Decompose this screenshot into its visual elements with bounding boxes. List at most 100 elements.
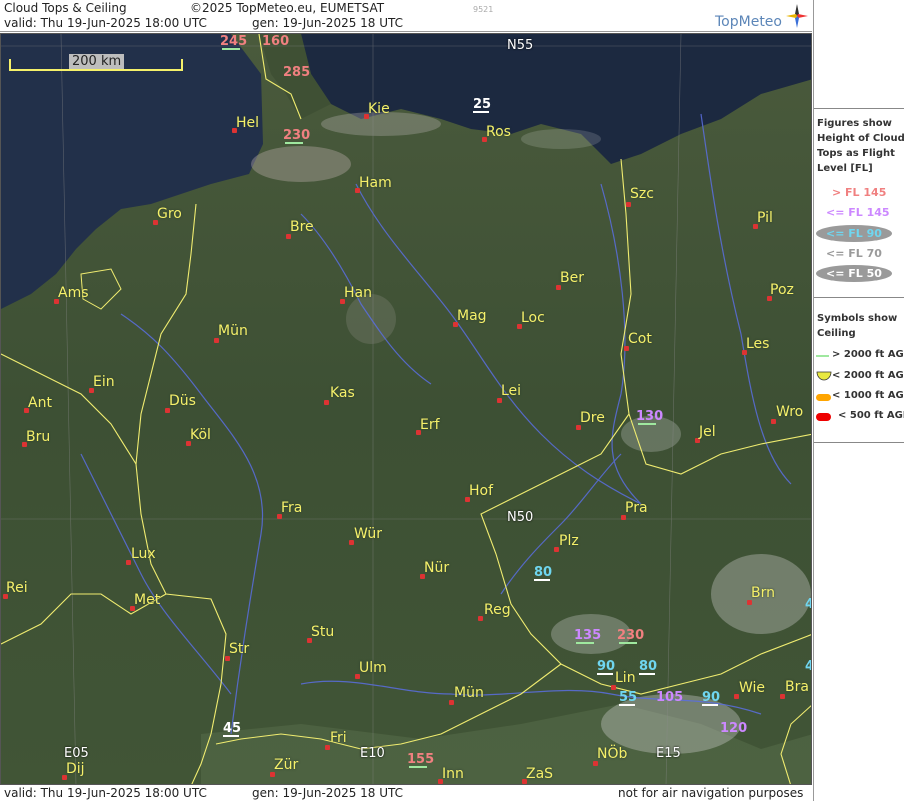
city-label: Kas [330, 385, 355, 401]
compass-star-icon [786, 4, 808, 28]
fl-label: 160 [262, 34, 290, 49]
city-label: Lin [615, 670, 636, 686]
city-label: Poz [770, 282, 794, 298]
city-label: Brn [751, 585, 775, 601]
city-label: Mün [218, 323, 248, 339]
ceiling-mark [639, 673, 655, 675]
city-label: ZaS [526, 766, 554, 782]
tops-legend-title: Figures show Height of Cloud Tops as Fli… [817, 118, 904, 174]
copyright-text: ©2025 TopMeteo.eu, EUMETSAT [190, 1, 385, 15]
ceiling-mark [223, 735, 239, 737]
ceiling-mark [638, 423, 656, 425]
city-label: Han [344, 285, 372, 301]
fl-label: 130 [636, 409, 664, 424]
legend-divider [814, 297, 904, 298]
city-label: Hof [469, 483, 494, 499]
city-label: Dij [66, 761, 85, 777]
city-label: Reg [484, 602, 511, 618]
legend-panel: Figures show Height of Cloud Tops as Fli… [813, 0, 904, 801]
city-label: Düs [169, 393, 196, 409]
image-id: 9521 [473, 5, 494, 14]
grid-label-e05: E05 [64, 746, 89, 761]
city-label: Met [134, 592, 161, 608]
valid-time: valid: Thu 19-Jun-2025 18:00 UTC [4, 16, 207, 30]
fl-label: 105 [656, 690, 684, 705]
legend-ceil-lt-500: < 500 ft AGL [838, 410, 904, 421]
city-label: Rei [6, 580, 28, 596]
city-label: Pil [757, 210, 773, 226]
ceiling-mark [619, 642, 637, 644]
legend-ceil-gt-2000: > 2000 ft AGL [832, 349, 904, 360]
ceiling-mark [702, 704, 718, 706]
grid-label-e15: E15 [656, 746, 681, 761]
ceiling-mark [619, 704, 635, 706]
fl-label: 80 [534, 565, 553, 580]
grid-label-n50: N50 [507, 510, 534, 525]
city-marker [478, 616, 483, 621]
map-footer: valid: Thu 19-Jun-2025 18:00 UTC gen: 19… [0, 786, 812, 801]
city-label: Cot [628, 331, 652, 347]
city-label: Szc [630, 186, 654, 202]
fl-label: 120 [720, 721, 748, 736]
ceiling-gt-2000-symbol [816, 355, 829, 357]
fl-label: 90 [597, 659, 616, 674]
generated-time: gen: 19-Jun-2025 18 UTC [252, 16, 404, 30]
city-label: Str [229, 641, 250, 657]
disclaimer-text: not for air navigation purposes [618, 786, 804, 800]
city-label: Bra [785, 679, 809, 695]
city-label: Mün [454, 685, 484, 701]
city-label: Ams [58, 285, 89, 301]
city-label: NÖb [597, 746, 628, 762]
city-label: Zür [274, 757, 299, 773]
ceiling-mark [285, 142, 303, 144]
city-label: Loc [521, 310, 545, 326]
city-label: Ros [486, 124, 511, 140]
map-header: Cloud Tops & Ceiling ©2025 TopMeteo.eu, … [0, 0, 812, 32]
city-label: Bre [290, 219, 314, 235]
legend-ceil-lt-1000: < 1000 ft AGL [832, 390, 904, 401]
city-label: Les [746, 336, 770, 352]
ceiling-mark [473, 111, 489, 113]
city-label: Lux [131, 546, 156, 562]
legend-fl-le-70: <= FL 70 [826, 247, 882, 260]
city-marker [626, 202, 631, 207]
city-label: Lei [501, 383, 522, 399]
fl-label: 80 [639, 659, 658, 674]
city-label: Ham [359, 175, 392, 191]
fl-label: 25 [473, 97, 492, 112]
city-label: Gro [157, 206, 182, 222]
product-title: Cloud Tops & Ceiling [4, 1, 127, 15]
legend-fl-above-145: > FL 145 [832, 186, 887, 199]
fl-label: 45 [223, 721, 242, 736]
city-label: Hel [236, 115, 260, 131]
city-label: Ant [28, 395, 52, 411]
fl-label: 55 [619, 690, 638, 705]
city-marker [324, 400, 329, 405]
fl-label: 245 [220, 34, 248, 49]
ceiling-mark [409, 766, 427, 768]
city-label: Nür [424, 560, 450, 576]
topmeteo-logo: TopMeteo [715, 14, 782, 30]
fl-label: 90 [702, 690, 721, 705]
city-label: Inn [442, 766, 464, 782]
grid-label-e10: E10 [360, 746, 385, 761]
footer-valid-time: valid: Thu 19-Jun-2025 18:00 UTC [4, 786, 207, 800]
scale-label: 200 km [69, 54, 125, 69]
fl-label: 155 [407, 752, 435, 767]
legend-fl-le-50: <= FL 50 [826, 267, 882, 280]
city-label: Bru [26, 429, 51, 445]
satellite-map[interactable]: 200 km N55 N50 E05 E10 E15 Kie Hel Ros H… [0, 33, 812, 785]
fl-label: 4 [805, 597, 811, 612]
satellite-background [1, 34, 811, 784]
fl-label: 135 [574, 628, 602, 643]
city-label: Plz [559, 533, 579, 549]
city-label: Wür [354, 526, 382, 542]
ceiling-mark [597, 673, 613, 675]
legend-divider [814, 108, 904, 109]
fl-label: 230 [617, 628, 645, 643]
city-label: Fra [281, 500, 303, 516]
city-label: Fri [330, 730, 347, 746]
ceiling-legend-title: Symbols show Ceiling [817, 313, 898, 339]
ceiling-lt-1000-symbol [816, 394, 831, 401]
city-label: Erf [420, 417, 440, 433]
